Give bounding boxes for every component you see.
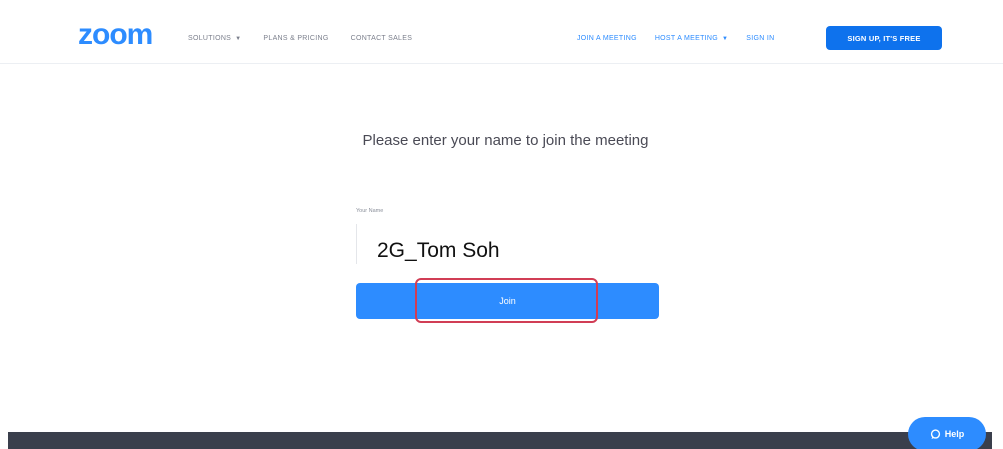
site-header: zoom SOLUTIONS ▼ PLANS & PRICING CONTACT …: [0, 0, 1003, 64]
join-button[interactable]: Join: [356, 283, 659, 319]
nav-plans-pricing[interactable]: PLANS & PRICING: [263, 35, 328, 42]
zoom-logo[interactable]: zoom: [78, 20, 153, 50]
nav-join-meeting[interactable]: JOIN A MEETING: [577, 35, 637, 42]
page-title-text: Please enter your name to join the meeti…: [362, 132, 649, 149]
chat-bubble-icon: [930, 428, 941, 440]
nav-contact-sales[interactable]: CONTACT SALES: [351, 35, 413, 42]
help-button[interactable]: Help: [908, 417, 986, 449]
nav-host-meeting-label: HOST A MEETING: [654, 35, 719, 42]
name-field-label: Your Name: [356, 208, 384, 214]
site-footer: [8, 432, 992, 449]
nav-solutions[interactable]: SOLUTIONS ▼: [188, 35, 241, 42]
primary-nav: SOLUTIONS ▼ PLANS & PRICING CONTACT SALES: [188, 35, 412, 42]
chevron-down-icon: ▼: [235, 36, 242, 42]
nav-solutions-label: SOLUTIONS: [188, 35, 232, 42]
zoom-join-page: zoom SOLUTIONS ▼ PLANS & PRICING CONTACT …: [0, 0, 1003, 449]
page-title: Please enter your name to join the meeti…: [0, 132, 1003, 149]
nav-sign-in[interactable]: SIGN IN: [746, 35, 774, 42]
account-nav: JOIN A MEETING HOST A MEETING ▼ SIGN IN: [577, 35, 774, 42]
help-label: Help: [944, 429, 965, 439]
nav-host-meeting[interactable]: HOST A MEETING ▼: [655, 35, 728, 42]
signup-button[interactable]: SIGN UP, IT'S FREE: [826, 26, 942, 50]
chevron-down-icon: ▼: [722, 36, 729, 42]
name-input-value[interactable]: 2G_Tom Soh: [377, 239, 500, 263]
